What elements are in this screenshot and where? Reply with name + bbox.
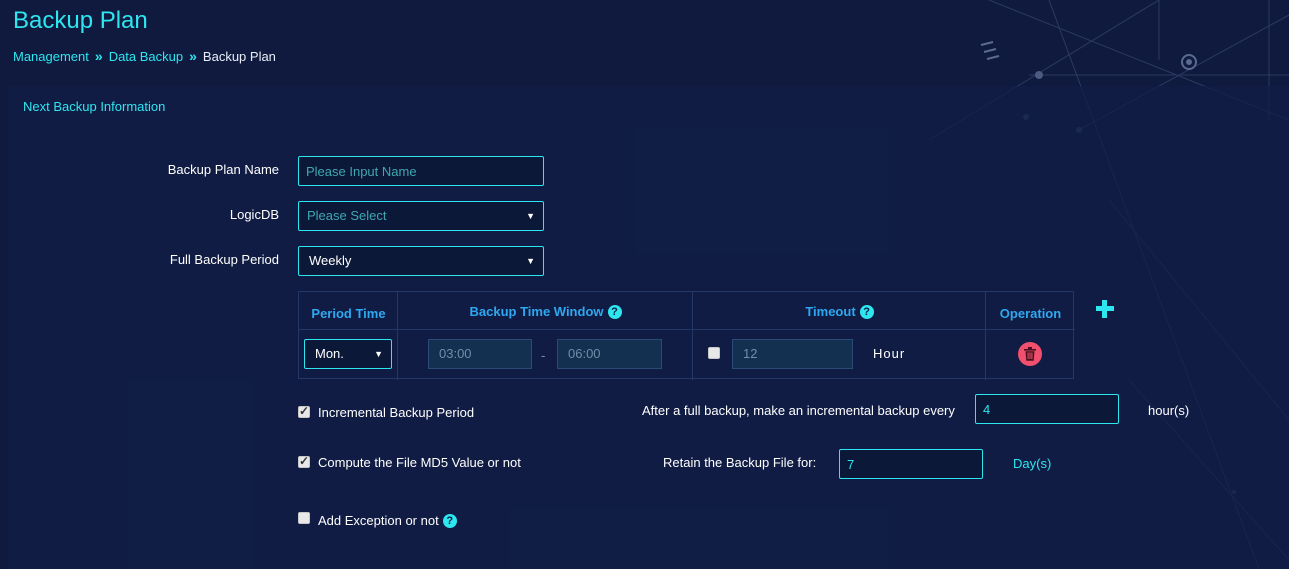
timeout-checkbox[interactable] — [708, 347, 720, 359]
incremental-hours-input[interactable] — [975, 394, 1119, 424]
breadcrumb-management[interactable]: Management — [13, 49, 89, 64]
header-period-time: Period Time — [311, 306, 386, 321]
header-backup-window-label: Backup Time Window — [469, 304, 604, 319]
retain-label: Retain the Backup File for: — [663, 455, 817, 470]
logicdb-label: LogicDB — [229, 207, 279, 222]
incremental-label: Incremental Backup Period — [318, 405, 475, 420]
logicdb-select[interactable]: Please Select ▼ — [298, 201, 544, 231]
chevron-down-icon: ▼ — [374, 349, 383, 359]
breadcrumb-separator-icon: » — [189, 48, 197, 64]
plan-name-input[interactable] — [298, 156, 544, 186]
full-period-select[interactable]: Weekly ▼ — [298, 246, 544, 276]
incremental-desc: After a full backup, make an incremental… — [642, 403, 955, 418]
plan-name-label: Backup Plan Name — [167, 162, 279, 177]
logicdb-select-value: Please Select — [307, 208, 387, 223]
breadcrumb-data-backup[interactable]: Data Backup — [109, 49, 183, 64]
header-backup-window: Backup Time Window? — [398, 304, 693, 319]
breadcrumb: Management » Data Backup » Backup Plan — [13, 48, 276, 64]
table-header-divider — [299, 329, 1075, 330]
header-timeout-label: Timeout — [805, 304, 856, 319]
md5-checkbox[interactable] — [298, 454, 310, 468]
help-icon[interactable]: ? — [859, 305, 874, 319]
exception-option: Add Exception or not? — [318, 513, 457, 528]
timeout-unit: Hour — [873, 346, 906, 361]
breadcrumb-current: Backup Plan — [202, 48, 276, 64]
incremental-unit: hour(s) — [1148, 403, 1190, 418]
window-end-input[interactable]: 06:00 — [557, 339, 662, 369]
period-day-value: Mon. — [315, 346, 344, 361]
delete-row-button[interactable] — [1018, 342, 1042, 366]
chevron-down-icon: ▼ — [526, 211, 535, 221]
help-icon[interactable]: ? — [442, 514, 457, 528]
window-separator: - — [541, 348, 546, 363]
period-table: Period Time Backup Time Window? Timeout?… — [298, 291, 1075, 380]
chevron-down-icon: ▼ — [526, 256, 535, 266]
header-timeout: Timeout? — [693, 304, 986, 319]
header-operation: Operation — [999, 306, 1062, 321]
breadcrumb-separator-icon: » — [94, 48, 103, 64]
page-title: Backup Plan — [13, 7, 148, 34]
window-start-input[interactable]: 03:00 — [428, 339, 532, 369]
period-day-select[interactable]: Mon. ▼ — [304, 339, 392, 369]
trash-icon — [1024, 347, 1036, 361]
section-title: Next Backup Information — [23, 99, 166, 114]
retain-unit: Day(s) — [1013, 456, 1052, 471]
exception-checkbox[interactable] — [298, 512, 310, 524]
md5-label: Compute the File MD5 Value or not — [318, 455, 521, 470]
incremental-checkbox[interactable] — [298, 404, 310, 418]
add-period-button plus-icon[interactable] — [1094, 298, 1116, 320]
help-icon[interactable]: ? — [607, 305, 622, 319]
full-period-select-value: Weekly — [309, 253, 352, 268]
full-period-label: Full Backup Period — [169, 252, 279, 267]
timeout-input[interactable]: 12 — [732, 339, 853, 369]
retain-days-input[interactable] — [839, 449, 983, 479]
exception-label: Add Exception or not — [318, 513, 439, 528]
